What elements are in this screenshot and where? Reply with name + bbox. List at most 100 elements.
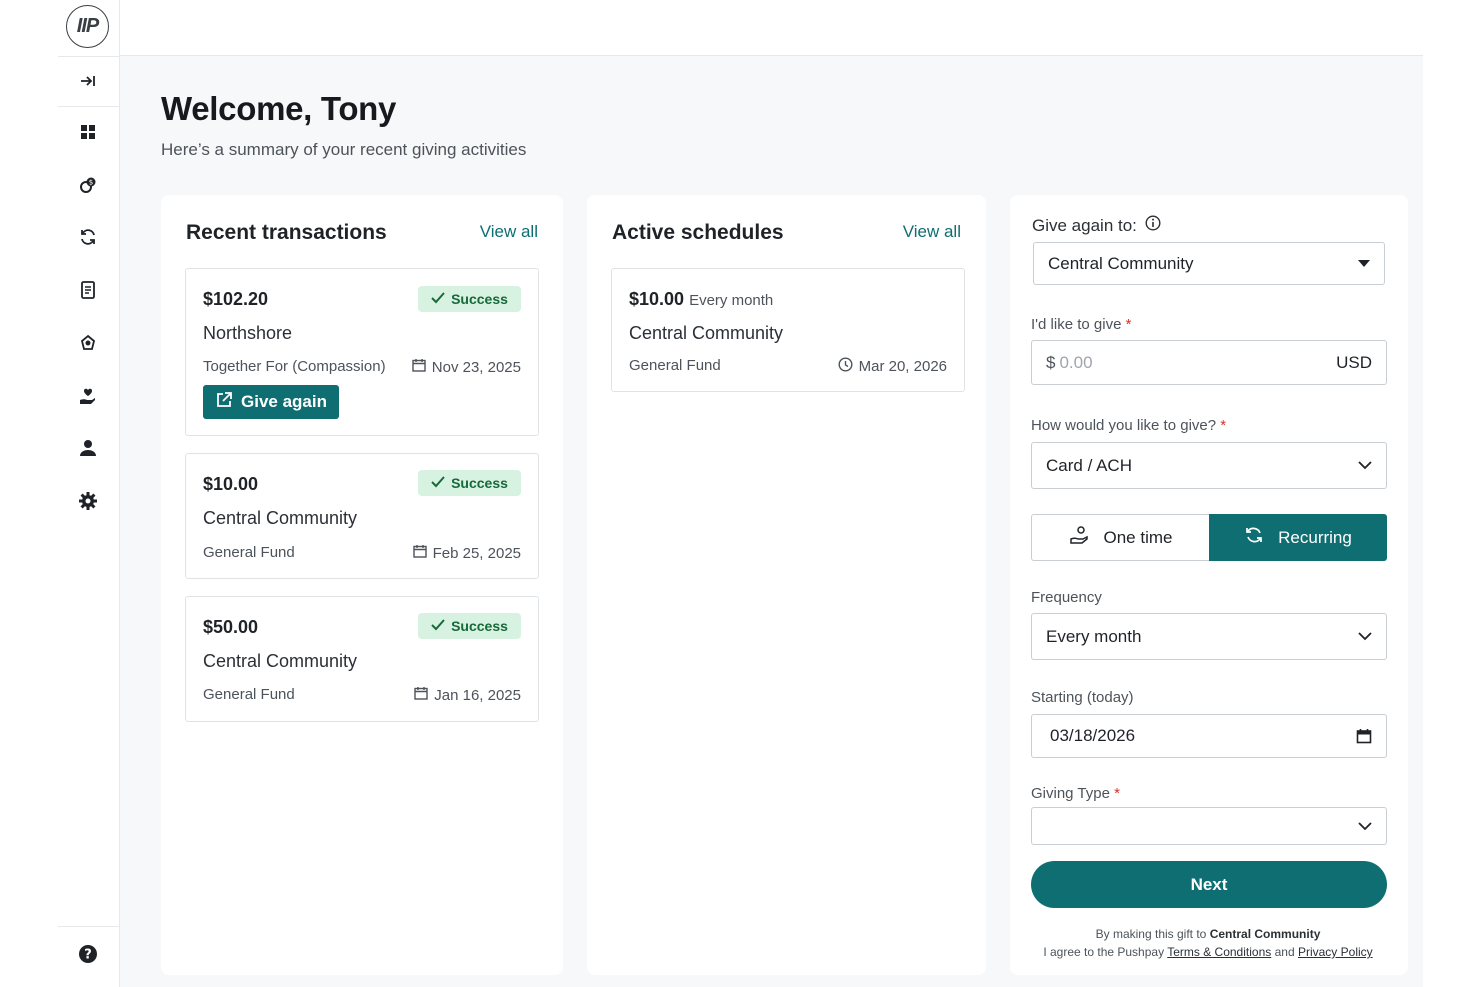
check-icon bbox=[431, 291, 445, 307]
status-badge: Success bbox=[418, 613, 521, 639]
transaction-card[interactable]: $102.20 Success Northshore Together For … bbox=[185, 268, 539, 436]
calendar-icon[interactable] bbox=[1356, 728, 1372, 744]
hand-coin-icon bbox=[1069, 526, 1090, 549]
frequency-label: Frequency bbox=[1031, 589, 1102, 606]
one-time-toggle[interactable]: One time bbox=[1031, 514, 1210, 561]
give-form-card bbox=[1010, 195, 1408, 975]
legal-agree: I agree to the Pushpay bbox=[1043, 945, 1165, 959]
next-button[interactable]: Next bbox=[1031, 861, 1387, 908]
privacy-link[interactable]: Privacy Policy bbox=[1298, 945, 1373, 959]
refresh-icon[interactable] bbox=[77, 226, 99, 248]
transaction-date: Nov 23, 2025 bbox=[412, 358, 521, 376]
svg-text:$: $ bbox=[89, 179, 93, 187]
logo-text: IIP bbox=[76, 15, 99, 37]
payment-method-select[interactable]: Card / ACH bbox=[1031, 442, 1387, 489]
start-date-input[interactable]: 03/18/2026 bbox=[1031, 714, 1387, 758]
grid-icon[interactable] bbox=[77, 121, 99, 143]
give-again-to-label: Give again to: bbox=[1032, 215, 1161, 236]
method-label-text: How would you like to give? bbox=[1031, 417, 1217, 434]
giving-type-label-text: Giving Type bbox=[1031, 785, 1110, 802]
gear-icon[interactable] bbox=[77, 490, 99, 512]
recent-transactions-card: Recent transactions View all $102.20 Suc… bbox=[161, 195, 563, 975]
one-time-label: One time bbox=[1103, 527, 1173, 547]
starting-label: Starting (today) bbox=[1031, 689, 1134, 706]
start-date-value: 03/18/2026 bbox=[1050, 726, 1136, 745]
status-badge: Success bbox=[418, 470, 521, 496]
give-again-button[interactable]: Give again bbox=[203, 385, 339, 419]
schedule-org: Central Community bbox=[629, 323, 784, 343]
transaction-amount: $50.00 bbox=[203, 617, 259, 637]
giving-type-select[interactable] bbox=[1031, 807, 1387, 845]
transaction-date: Feb 25, 2025 bbox=[412, 544, 521, 562]
schedule-frequency: Every month bbox=[689, 292, 774, 309]
amount-input[interactable]: $ 0.00 USD bbox=[1031, 340, 1387, 385]
giving-type-label: Giving Type * bbox=[1031, 785, 1120, 802]
info-icon[interactable] bbox=[1145, 215, 1161, 236]
svg-text:?: ? bbox=[84, 948, 92, 963]
required-mark: * bbox=[1220, 417, 1227, 434]
sidebar: IIP $ ? bbox=[58, 0, 120, 987]
transaction-amount: $102.20 bbox=[203, 289, 269, 309]
payment-method-value: Card / ACH bbox=[1046, 455, 1132, 475]
sidebar-divider bbox=[58, 926, 120, 927]
status-text: Success bbox=[451, 291, 508, 307]
sidebar-divider bbox=[58, 56, 120, 57]
top-bar bbox=[120, 0, 1423, 56]
document-icon[interactable] bbox=[77, 279, 99, 301]
date-text: Nov 23, 2025 bbox=[431, 358, 521, 376]
required-mark: * bbox=[1114, 785, 1120, 802]
frequency-value: Every month bbox=[1046, 626, 1142, 646]
person-icon[interactable] bbox=[77, 437, 99, 459]
calendar-icon bbox=[412, 544, 427, 562]
recipient-select[interactable]: Central Community bbox=[1033, 242, 1385, 285]
schedule-fund: General Fund bbox=[629, 357, 721, 374]
transaction-amount: $10.00 bbox=[203, 474, 259, 494]
page-subtitle: Here’s a summary of your recent giving a… bbox=[161, 140, 527, 159]
date-text: Mar 20, 2026 bbox=[858, 358, 947, 375]
status-text: Success bbox=[451, 475, 508, 491]
recipient-value: Central Community bbox=[1048, 253, 1194, 273]
currency-symbol: $ bbox=[1046, 352, 1056, 372]
active-schedules-card: Active schedules View all $10.00 Every m… bbox=[587, 195, 986, 975]
legal-line-1: By making this gift to Central Community bbox=[1028, 927, 1388, 941]
chevron-down-icon bbox=[1358, 632, 1372, 641]
terms-link[interactable]: Terms & Conditions bbox=[1167, 945, 1271, 959]
give-again-label: Give again bbox=[241, 392, 327, 411]
chevron-down-icon bbox=[1358, 821, 1372, 831]
check-icon bbox=[431, 618, 445, 634]
legal-org: Central Community bbox=[1209, 927, 1321, 941]
question-icon[interactable]: ? bbox=[77, 943, 99, 965]
schedule-card[interactable]: $10.00 Every month Central Community Gen… bbox=[611, 268, 965, 392]
transaction-fund: General Fund bbox=[203, 544, 295, 561]
recurring-label: Recurring bbox=[1278, 527, 1352, 547]
transaction-fund: Together For (Compassion) bbox=[203, 358, 386, 375]
calendar-icon bbox=[412, 358, 426, 376]
schedule-date: Mar 20, 2026 bbox=[838, 357, 947, 376]
app-logo[interactable]: IIP bbox=[66, 5, 109, 48]
required-mark: * bbox=[1125, 316, 1132, 333]
clock-icon bbox=[838, 357, 853, 376]
transaction-fund: General Fund bbox=[203, 686, 295, 703]
transaction-card[interactable]: $50.00 Success Central Community General… bbox=[185, 596, 539, 722]
transaction-org: Northshore bbox=[203, 323, 293, 343]
calendar-icon bbox=[414, 686, 428, 704]
schedules-view-all-link[interactable]: View all bbox=[903, 222, 961, 242]
amount-placeholder: 0.00 bbox=[1059, 352, 1093, 372]
give-again-to-text: Give again to: bbox=[1032, 215, 1137, 235]
status-text: Success bbox=[451, 618, 508, 634]
chevron-down-icon bbox=[1358, 461, 1372, 470]
legal-line-2: I agree to the Pushpay Terms & Condition… bbox=[1028, 945, 1388, 959]
legal-and: and bbox=[1274, 945, 1295, 959]
active-schedules-title: Active schedules bbox=[612, 221, 784, 244]
transaction-org: Central Community bbox=[203, 651, 358, 671]
hand-seed-icon[interactable] bbox=[77, 332, 99, 354]
recent-transactions-title: Recent transactions bbox=[186, 221, 387, 244]
external-link-icon bbox=[215, 391, 233, 414]
coins-icon[interactable]: $ bbox=[77, 174, 99, 196]
frequency-select[interactable]: Every month bbox=[1031, 613, 1387, 660]
recurring-toggle[interactable]: Recurring bbox=[1209, 514, 1387, 561]
hand-heart-icon[interactable] bbox=[77, 385, 99, 407]
recent-view-all-link[interactable]: View all bbox=[480, 222, 538, 242]
collapse-arrow-icon[interactable] bbox=[77, 70, 99, 92]
transaction-card[interactable]: $10.00 Success Central Community General… bbox=[185, 453, 539, 579]
